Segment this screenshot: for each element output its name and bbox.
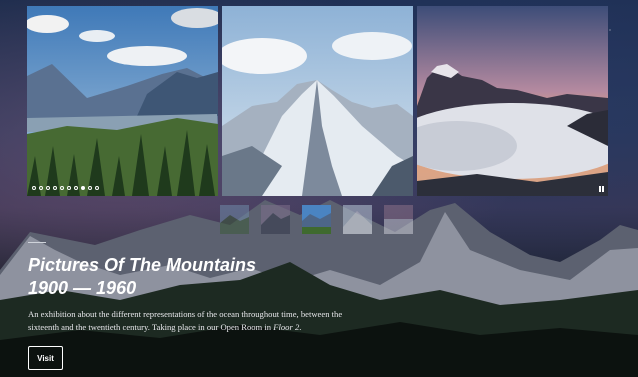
gallery-pagination-dots: [32, 186, 99, 190]
pagination-dot[interactable]: [88, 186, 92, 190]
gallery-slide-peak[interactable]: [222, 6, 413, 196]
pagination-dot[interactable]: [60, 186, 64, 190]
gallery-slide-valley[interactable]: [27, 6, 218, 196]
mountain-valley-forest-image: [27, 6, 218, 196]
thumbnail-5[interactable]: [384, 205, 413, 234]
exhibit-title: Pictures Of The Mountains 1900 — 1960: [28, 254, 256, 300]
pagination-dot[interactable]: [32, 186, 36, 190]
pagination-dot[interactable]: [95, 186, 99, 190]
sea-of-clouds-sunset-image: [417, 6, 608, 196]
exhibit-description-end: .: [299, 322, 302, 332]
exhibit-title-line2: 1900 — 1960: [28, 278, 137, 298]
exhibit-title-line1: Pictures Of The Mountains: [28, 255, 257, 275]
title-divider: [28, 242, 46, 243]
pagination-dot-active[interactable]: [81, 186, 85, 190]
thumbnail-2[interactable]: [261, 205, 290, 234]
thumbnail-3[interactable]: [302, 205, 331, 234]
exhibit-floor: Floor 2: [273, 322, 300, 332]
exhibit-description: An exhibition about the different repres…: [28, 308, 373, 334]
thumbnail-1[interactable]: [220, 205, 249, 234]
visit-button[interactable]: Visit: [28, 346, 63, 370]
pause-icon[interactable]: [599, 186, 605, 192]
pagination-dot[interactable]: [67, 186, 71, 190]
pagination-dot[interactable]: [74, 186, 78, 190]
snowy-peak-image: [222, 6, 413, 196]
pagination-dot[interactable]: [53, 186, 57, 190]
pagination-dot[interactable]: [39, 186, 43, 190]
pagination-dot[interactable]: [46, 186, 50, 190]
gallery-thumbnails: [220, 205, 413, 234]
thumbnail-4[interactable]: [343, 205, 372, 234]
gallery-slide-clouds[interactable]: [417, 6, 608, 196]
